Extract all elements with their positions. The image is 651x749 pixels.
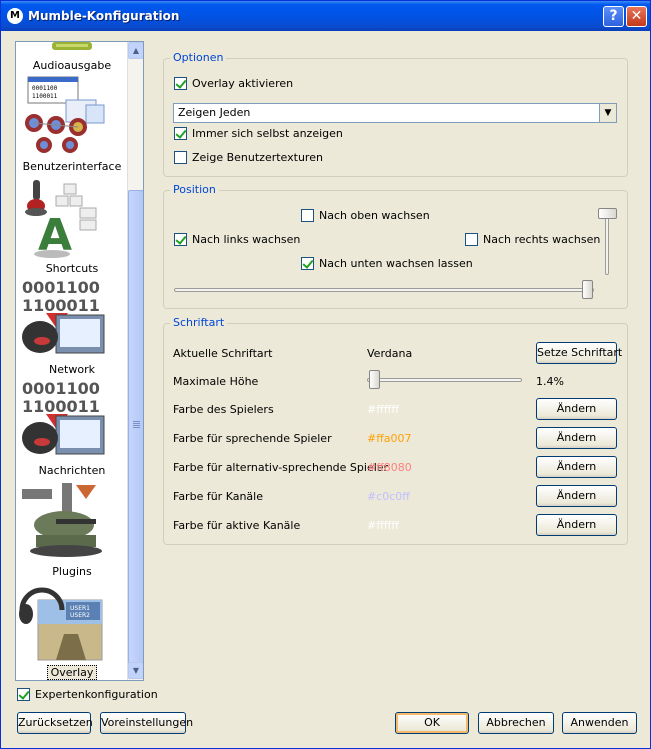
svg-text:0001100: 0001100 — [32, 85, 58, 92]
change-color-button[interactable]: Ändern — [536, 398, 617, 420]
sidebar-item-label: Overlay — [46, 665, 98, 680]
horizontal-slider-thumb[interactable] — [582, 280, 593, 299]
plugins-icon — [22, 483, 102, 557]
grow-up-checkbox[interactable]: Nach oben wachsen — [301, 209, 430, 222]
expert-config-checkbox[interactable]: Expertenkonfiguration — [17, 688, 158, 701]
sidebar-item-nachrichten[interactable]: 0001100 1100011 Nachrichten — [16, 378, 128, 478]
sidebar-scrollbar[interactable]: ▲ ▼ — [127, 42, 143, 680]
svg-text:USER2: USER2 — [70, 612, 90, 619]
sidebar-item-benutzerinterface[interactable]: 0001100 1100011 Benutzerinterface — [16, 75, 128, 175]
max-height-slider[interactable] — [367, 378, 522, 382]
schriftart-group: Schriftart Aktuelle Schriftart Verdana S… — [163, 316, 628, 545]
change-color-button[interactable]: Ändern — [536, 514, 617, 536]
color-label: Farbe für Kanäle — [173, 490, 263, 503]
svg-text:0001100: 0001100 — [22, 278, 100, 297]
change-color-button[interactable]: Ändern — [536, 427, 617, 449]
checkbox-icon[interactable] — [174, 151, 187, 164]
sidebar-item-audioausgabe[interactable]: Audioausgabe — [16, 42, 128, 74]
chevron-down-icon[interactable]: ▼ — [599, 104, 616, 122]
max-height-label: Maximale Höhe — [173, 375, 259, 388]
group-title: Optionen — [170, 51, 227, 64]
group-title: Position — [170, 183, 219, 196]
grow-left-checkbox[interactable]: Nach links wachsen — [174, 233, 300, 246]
checkbox-checked-icon[interactable] — [174, 127, 187, 140]
current-font-value: Verdana — [367, 347, 413, 360]
color-label: Farbe für aktive Kanäle — [173, 519, 301, 532]
cancel-button[interactable]: Abbrechen — [478, 712, 554, 734]
color-label: Farbe für alternativ-sprechende Spieler — [173, 461, 389, 474]
window-title: Mumble-Konfiguration — [28, 9, 180, 23]
color-value: #ffa007 — [367, 432, 412, 445]
group-title: Schriftart — [170, 316, 228, 329]
scroll-up-icon[interactable]: ▲ — [128, 42, 143, 59]
checkbox-checked-icon[interactable] — [174, 77, 187, 90]
grow-right-checkbox[interactable]: Nach rechts wachsen — [465, 233, 600, 246]
set-font-button[interactable]: Setze Schriftart — [536, 342, 622, 364]
checkbox-checked-icon[interactable] — [17, 688, 30, 701]
color-value: #ff8080 — [367, 461, 412, 474]
position-group: Position Nach oben wachsen Nach links wa… — [163, 183, 628, 309]
checkbox-icon[interactable] — [301, 209, 314, 222]
messages-icon: 0001100 1100011 — [22, 379, 105, 455]
sidebar-item-label: Benutzerinterface — [22, 160, 122, 173]
sidebar-item-plugins[interactable]: Plugins — [16, 479, 128, 579]
scroll-down-icon[interactable]: ▼ — [128, 662, 143, 679]
overlay-enable-checkbox[interactable]: Overlay aktivieren — [174, 77, 293, 90]
sidebar-item-shortcuts[interactable]: A Shortcuts — [16, 176, 128, 276]
svg-text:1100011: 1100011 — [22, 397, 100, 416]
defaults-button[interactable]: Voreinstellungen — [100, 712, 193, 734]
overlay-icon: USER1 USER2 — [19, 587, 103, 661]
help-button[interactable]: ? — [603, 6, 624, 27]
grow-down-checkbox[interactable]: Nach unten wachsen lassen — [301, 257, 473, 270]
svg-text:1100011: 1100011 — [32, 93, 58, 100]
always-self-checkbox[interactable]: Immer sich selbst anzeigen — [174, 127, 343, 140]
change-color-button[interactable]: Ändern — [536, 485, 617, 507]
vertical-slider-thumb[interactable] — [598, 208, 617, 219]
checkbox-icon[interactable] — [465, 233, 478, 246]
config-window: M Mumble-Konfiguration ? ✕ Audioausgabe … — [0, 0, 651, 749]
user-textures-checkbox[interactable]: Zeige Benutzertexturen — [174, 151, 323, 164]
horizontal-position-slider[interactable] — [174, 288, 594, 292]
scroll-thumb[interactable] — [128, 190, 143, 670]
color-label: Farbe des Spielers — [173, 403, 274, 416]
optionen-group: Optionen Overlay aktivieren Zeigen Jeden… — [163, 51, 628, 177]
color-label: Farbe für sprechende Spieler — [173, 432, 332, 445]
svg-text:1100011: 1100011 — [22, 296, 100, 315]
checkbox-checked-icon[interactable] — [174, 233, 187, 246]
ui-icon: 0001100 1100011 — [25, 76, 105, 153]
color-value: #c0c0ff — [367, 490, 410, 503]
max-height-slider-thumb[interactable] — [369, 370, 380, 389]
mumble-logo-icon: M — [7, 8, 23, 24]
vertical-position-slider[interactable] — [605, 211, 609, 275]
title-bar[interactable]: M Mumble-Konfiguration ? ✕ — [1, 1, 650, 31]
color-value: #ffffff — [367, 519, 399, 532]
color-value: #ffffff — [367, 403, 399, 416]
change-color-button[interactable]: Ändern — [536, 456, 617, 478]
svg-text:USER1: USER1 — [70, 605, 90, 612]
joystick-icon: A — [25, 180, 97, 260]
show-mode-select[interactable]: Zeigen Jeden ▼ — [173, 103, 617, 123]
sidebar-item-label: Shortcuts — [45, 262, 99, 275]
close-button[interactable]: ✕ — [626, 6, 647, 27]
checkbox-checked-icon[interactable] — [301, 257, 314, 270]
sidebar-item-network[interactable]: 0001100 1100011 Network — [16, 277, 128, 377]
sidebar-item-label: Nachrichten — [38, 464, 106, 477]
ok-button[interactable]: OK — [395, 712, 469, 734]
sidebar-item-label: Plugins — [52, 565, 92, 578]
max-height-value: 1.4% — [536, 375, 564, 388]
network-icon: 0001100 1100011 — [22, 278, 105, 354]
sidebar-item-overlay[interactable]: USER1 USER2 Overlay — [16, 580, 128, 680]
svg-text:0001100: 0001100 — [22, 379, 100, 398]
reset-button[interactable]: Zurücksetzen — [17, 712, 93, 734]
apply-button[interactable]: Anwenden — [562, 712, 637, 734]
sidebar-item-label: Audioausgabe — [32, 59, 112, 72]
sidebar-item-label: Network — [49, 363, 95, 376]
category-list[interactable]: Audioausgabe 0001100 1100011 Benutzerint… — [15, 41, 144, 681]
current-font-label: Aktuelle Schriftart — [173, 347, 273, 360]
speaker-icon — [52, 42, 92, 50]
